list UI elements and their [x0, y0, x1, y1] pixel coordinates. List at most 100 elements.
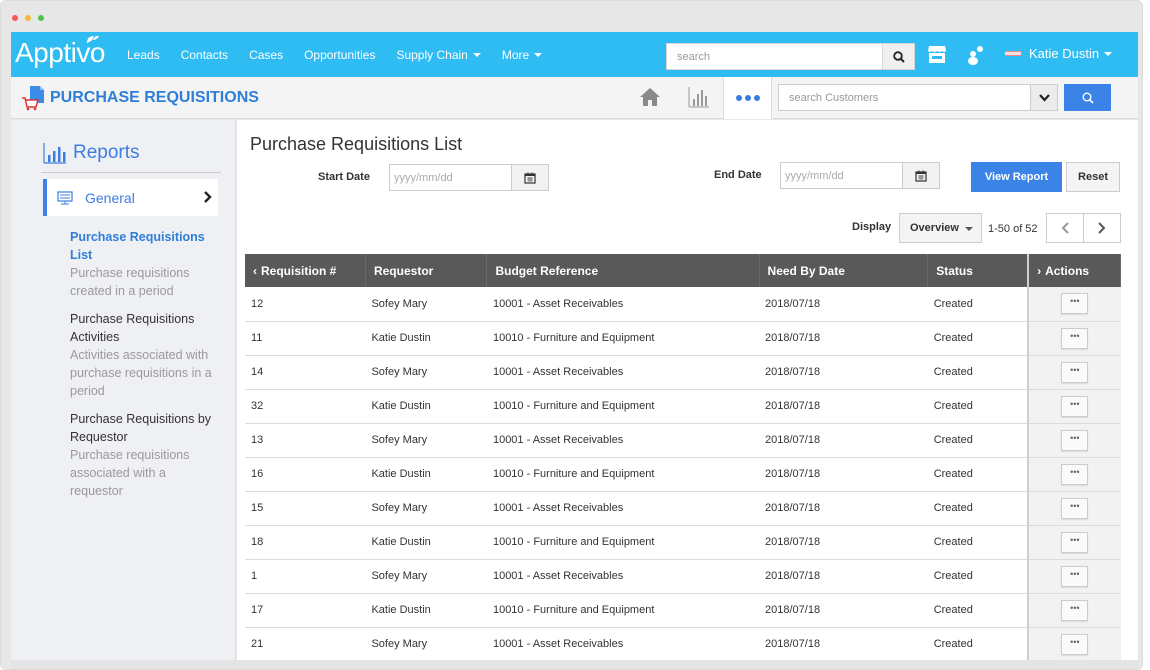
end-date-input[interactable]	[781, 163, 901, 188]
report-item[interactable]: Purchase Requisitions Activities Activiti…	[70, 310, 220, 400]
cell-requestor: Sofey Mary	[365, 627, 487, 662]
cell-actions: •••	[1027, 559, 1121, 594]
cell-requisition-number: 15	[245, 491, 366, 526]
report-item[interactable]: Purchase Requisitions List Purchase requi…	[70, 228, 220, 300]
table-row[interactable]: 12 Sofey Mary 10001 - Asset Receivables 201…	[245, 287, 1121, 322]
row-actions-button[interactable]: •••	[1061, 429, 1089, 451]
row-actions-button[interactable]: •••	[1061, 599, 1089, 621]
nav-link-cases[interactable]: Cases	[249, 48, 283, 62]
cell-need-by-date: 2018/07/18	[759, 627, 928, 662]
cell-need-by-date: 2018/07/18	[759, 389, 928, 424]
people-icon[interactable]	[967, 45, 985, 65]
cell-actions: •••	[1027, 457, 1121, 492]
store-icon[interactable]	[927, 45, 947, 64]
table-row[interactable]: 32 Katie Dustin 10010 - Furniture and Equi…	[245, 389, 1121, 424]
cell-requestor: Katie Dustin	[365, 593, 487, 628]
chevron-left-icon[interactable]: ‹	[253, 264, 257, 278]
apptivo-logo[interactable]: Apptivo	[15, 35, 105, 69]
start-date-input[interactable]	[390, 165, 510, 190]
column-label: Requisition #	[261, 263, 337, 278]
nav-link-more[interactable]: More	[501, 47, 543, 62]
display-select[interactable]: Overview	[899, 213, 982, 243]
nav-link-leads[interactable]: Leads	[127, 48, 160, 62]
cell-actions: •••	[1027, 593, 1121, 628]
table-row[interactable]: 1 Sofey Mary 10001 - Asset Receivables 2018…	[245, 559, 1121, 594]
row-actions-button[interactable]: •••	[1061, 565, 1089, 587]
monitor-icon	[57, 190, 73, 204]
column-header-budget-reference[interactable]: Budget Reference	[486, 254, 760, 287]
cell-requisition-number: 13	[245, 423, 366, 458]
cell-status: Created	[927, 321, 1029, 356]
row-actions-button[interactable]: •••	[1061, 497, 1089, 519]
column-label: Status	[936, 263, 973, 278]
customer-search-dropdown[interactable]	[1030, 85, 1057, 110]
cell-budget-reference: 10010 - Furniture and Equipment	[486, 593, 760, 628]
cell-requisition-number: 21	[245, 627, 366, 662]
view-report-button[interactable]: View Report	[971, 162, 1062, 192]
nav-link-contacts[interactable]: Contacts	[181, 48, 228, 62]
customer-search-input[interactable]	[779, 85, 1027, 110]
chevron-left-icon	[1061, 222, 1069, 234]
row-actions-button[interactable]: •••	[1061, 293, 1089, 315]
cell-requestor: Sofey Mary	[365, 287, 487, 322]
column-header-status[interactable]: Status	[927, 254, 1029, 287]
column-label: Budget Reference	[495, 263, 599, 278]
prev-page-button[interactable]	[1047, 214, 1084, 242]
column-header-requestor[interactable]: Requestor	[365, 254, 488, 287]
main-content: Purchase Requisitions List Start Date En…	[237, 120, 1138, 662]
home-icon[interactable]	[639, 86, 661, 108]
cell-status: Created	[927, 627, 1029, 662]
cell-requestor: Katie Dustin	[365, 457, 487, 492]
table-row[interactable]: 13 Sofey Mary 10001 - Asset Receivables 201…	[245, 423, 1121, 458]
table-row[interactable]: 18 Katie Dustin 10010 - Furniture and Equi…	[245, 525, 1121, 560]
column-label: Actions	[1045, 263, 1090, 278]
minimize-window-button[interactable]	[25, 15, 31, 21]
customer-search-button[interactable]	[1064, 84, 1111, 111]
sidebar-item-general[interactable]: General	[43, 179, 218, 216]
table-row[interactable]: 16 Katie Dustin 10010 - Furniture and Equi…	[245, 457, 1121, 492]
maximize-window-button[interactable]	[38, 15, 44, 21]
row-actions-button[interactable]: •••	[1061, 633, 1089, 655]
nav-link-label: Opportunities	[304, 47, 376, 62]
chart-icon[interactable]	[688, 86, 710, 108]
end-date-calendar-button[interactable]	[902, 163, 939, 188]
cell-actions: •••	[1027, 525, 1121, 560]
row-actions-button[interactable]: •••	[1061, 463, 1089, 485]
next-page-button[interactable]	[1084, 214, 1121, 242]
more-icon[interactable]	[723, 77, 772, 119]
row-actions-button[interactable]: •••	[1061, 327, 1089, 349]
row-actions-button[interactable]: •••	[1061, 395, 1089, 417]
table-row[interactable]: 21 Sofey Mary 10001 - Asset Receivables 201…	[245, 627, 1121, 662]
nav-link-supply-chain[interactable]: Supply Chain	[396, 48, 481, 62]
page-count: 1-50 of 52	[988, 223, 1038, 235]
reset-button[interactable]: Reset	[1066, 162, 1120, 192]
nav-link-opportunities[interactable]: Opportunities	[304, 48, 375, 62]
row-actions-button[interactable]: •••	[1061, 531, 1089, 553]
cell-need-by-date: 2018/07/18	[759, 559, 928, 594]
start-date-calendar-button[interactable]	[511, 165, 548, 190]
cell-need-by-date: 2018/07/18	[759, 491, 928, 526]
table-row[interactable]: 17 Katie Dustin 10010 - Furniture and Equi…	[245, 593, 1121, 628]
report-title[interactable]: Purchase Requisitions Activities	[70, 310, 220, 346]
chevron-down-icon	[1038, 93, 1050, 102]
report-title[interactable]: Purchase Requisitions List	[70, 228, 220, 264]
nav-link-label: More	[501, 47, 530, 62]
cell-requestor: Sofey Mary	[365, 355, 487, 390]
cell-status: Created	[927, 559, 1029, 594]
cell-requestor: Katie Dustin	[365, 525, 487, 560]
global-search-button[interactable]	[882, 44, 914, 69]
global-search-input[interactable]	[667, 44, 883, 69]
column-header-actions[interactable]: › Actions	[1027, 254, 1122, 287]
column-header-need-by-date[interactable]: Need By Date	[759, 254, 929, 287]
column-header-requisition[interactable]: ‹ Requisition #	[245, 254, 366, 287]
horizontal-scrollbar[interactable]	[11, 660, 1138, 669]
table-row[interactable]: 14 Sofey Mary 10001 - Asset Receivables 201…	[245, 355, 1121, 390]
close-window-button[interactable]	[12, 15, 18, 21]
row-actions-button[interactable]: •••	[1061, 361, 1089, 383]
report-title[interactable]: Purchase Requisitions by Requestor	[70, 410, 220, 446]
user-menu[interactable]: Katie Dustin	[1005, 46, 1113, 61]
report-item[interactable]: Purchase Requisitions by Requestor Purcha…	[70, 410, 220, 500]
table-row[interactable]: 15 Sofey Mary 10001 - Asset Receivables 201…	[245, 491, 1121, 526]
chevron-right-icon[interactable]: ›	[1037, 264, 1041, 278]
table-row[interactable]: 11 Katie Dustin 10010 - Furniture and Equi…	[245, 321, 1121, 356]
